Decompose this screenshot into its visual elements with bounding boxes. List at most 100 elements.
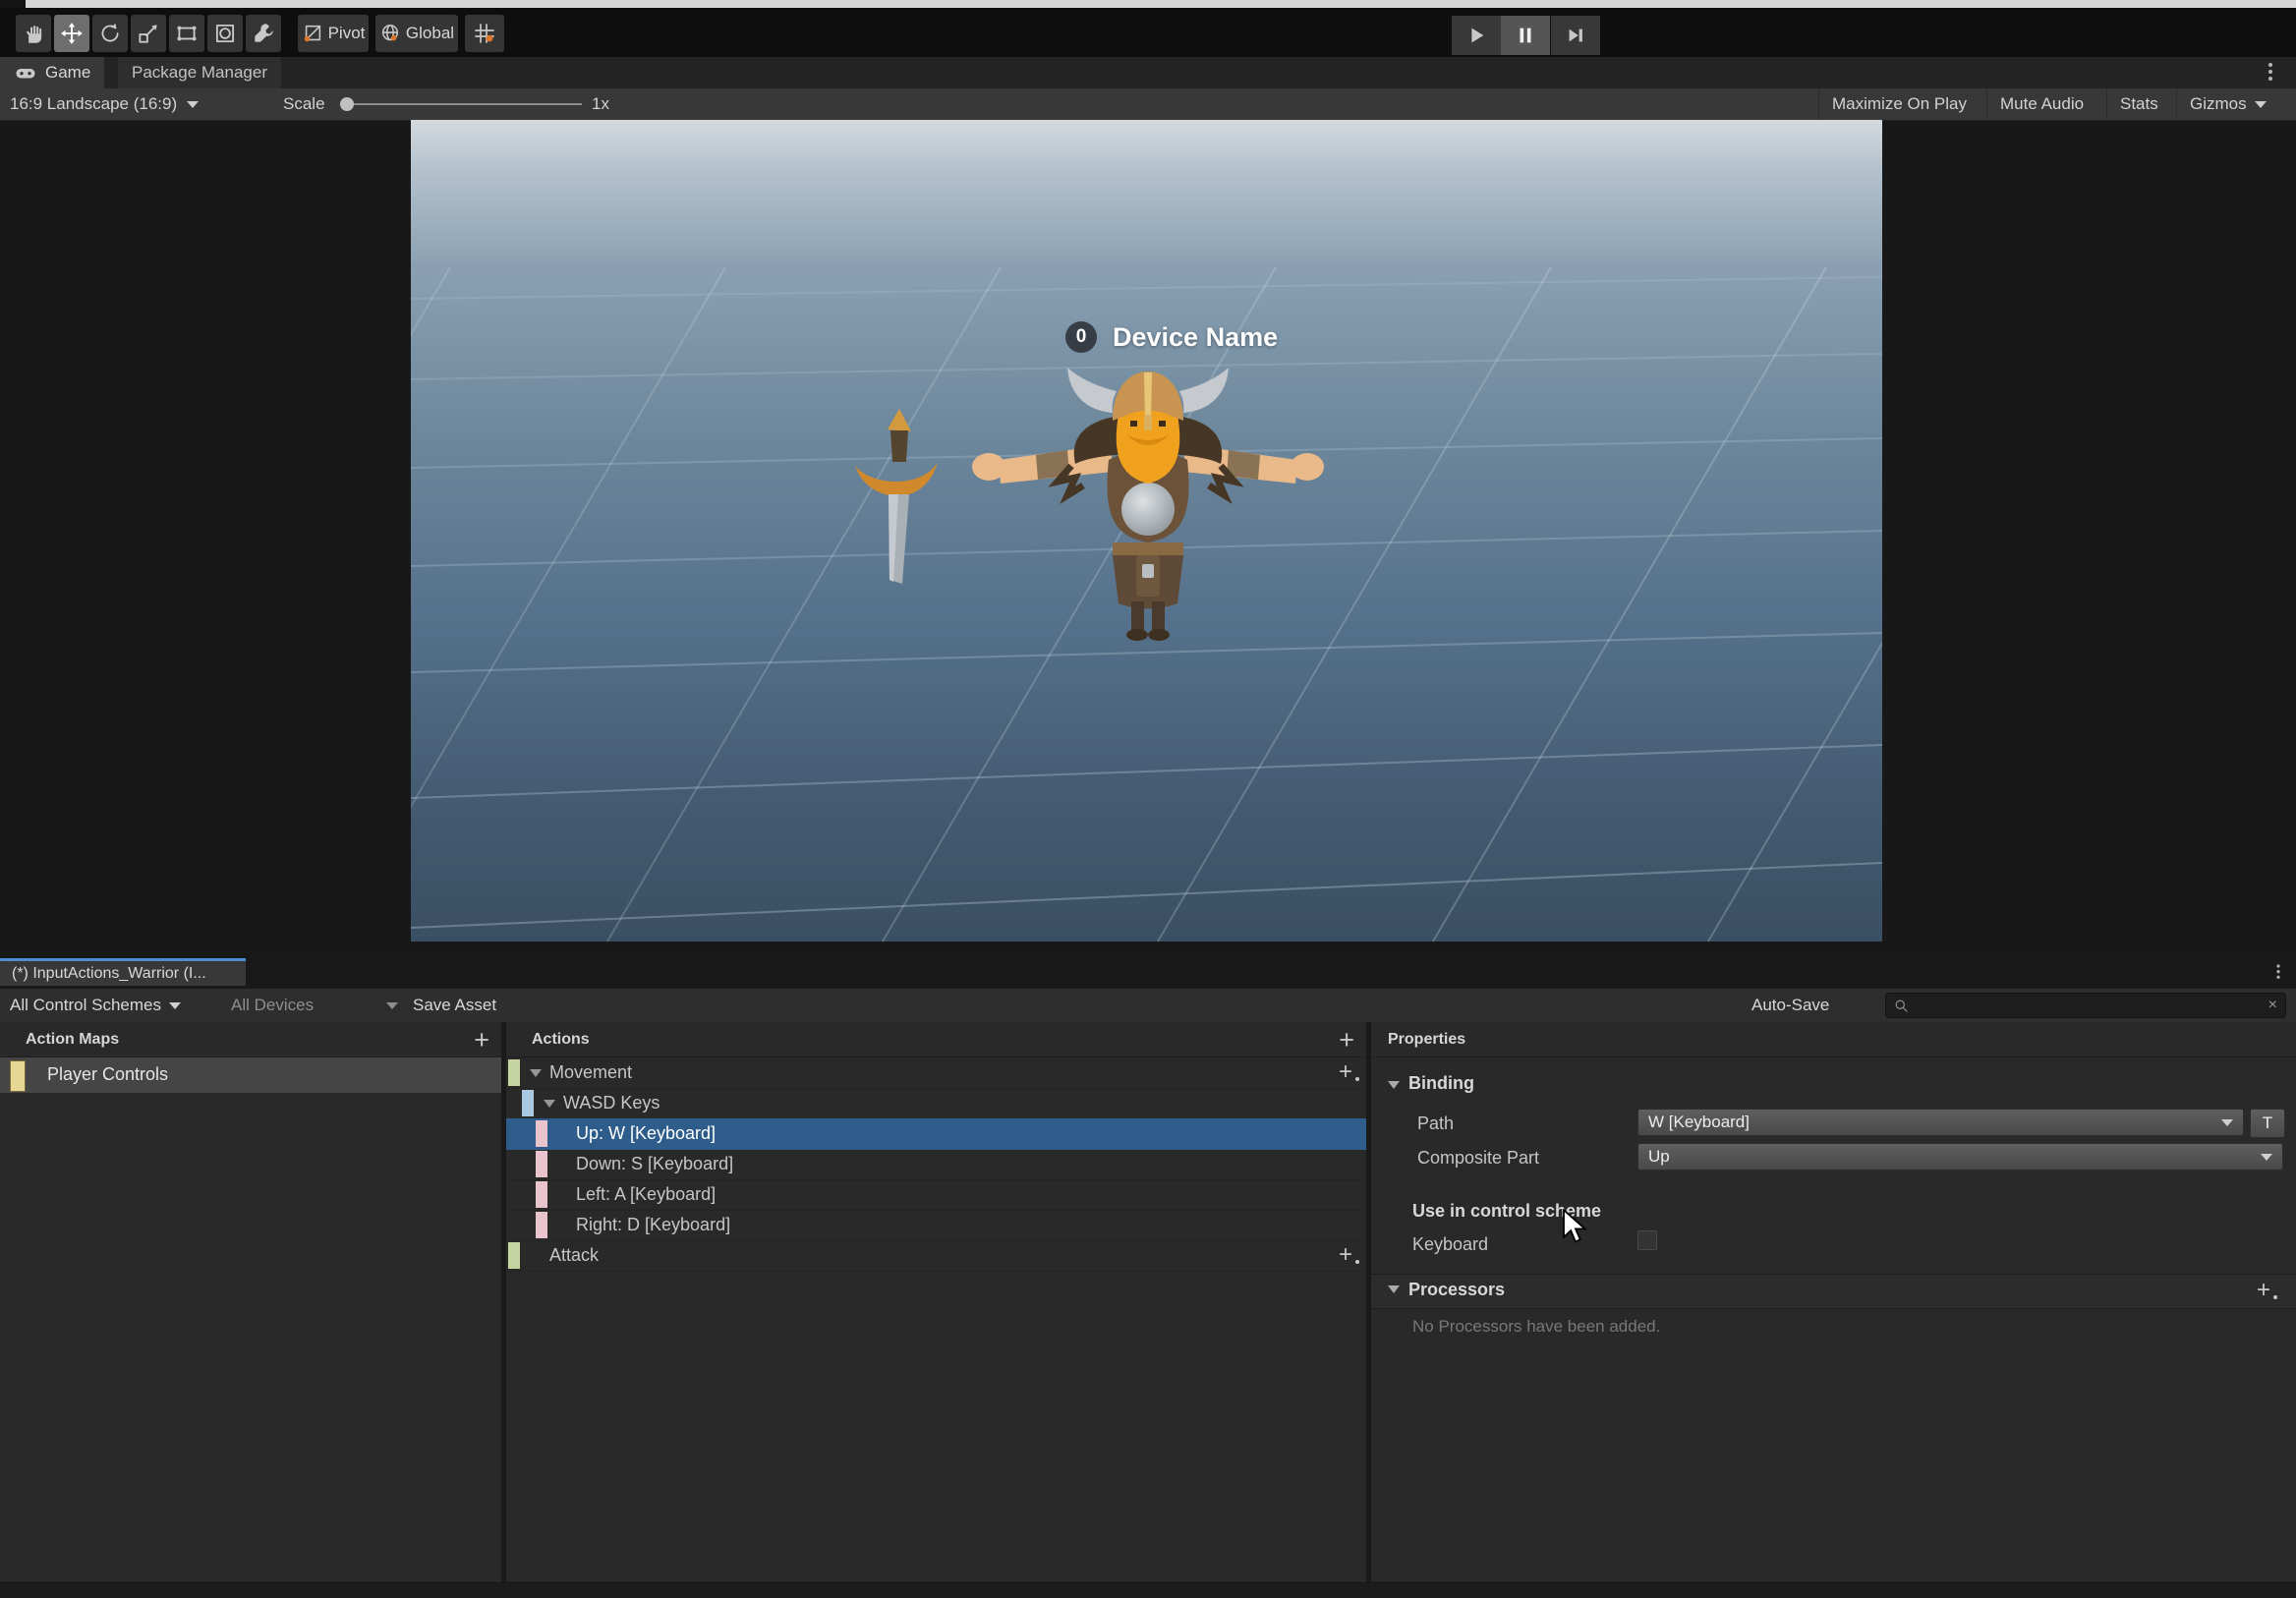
binding-row-up[interactable]: Up: W [Keyboard] [506, 1118, 1366, 1150]
add-action-button[interactable]: + [1339, 1023, 1354, 1056]
binding-row-left[interactable]: Left: A [Keyboard] [506, 1179, 1366, 1211]
gizmos-dropdown[interactable]: Gizmos [2176, 88, 2296, 120]
grid-snap-button[interactable] [465, 15, 504, 52]
save-asset-button[interactable]: Save Asset [413, 989, 496, 1022]
action-maps-title: Action Maps [26, 1031, 119, 1049]
window-bottom-strip [0, 1582, 2296, 1598]
player-index-badge: 0 [1065, 321, 1097, 353]
action-row-attack[interactable]: Attack + [506, 1240, 1366, 1272]
grid-snap-icon [473, 22, 496, 45]
add-processor-button[interactable]: + [2257, 1276, 2270, 1305]
global-toggle[interactable]: Global [375, 15, 458, 52]
devices-label: All Devices [231, 996, 314, 1015]
chevron-down-icon [169, 1002, 181, 1009]
foldout-triangle-icon[interactable] [544, 1100, 555, 1108]
action-map-label: Player Controls [47, 1064, 168, 1085]
path-dropdown[interactable]: W [Keyboard] [1637, 1109, 2244, 1136]
scale-slider-track[interactable] [346, 103, 582, 105]
move-icon [59, 21, 85, 46]
processors-foldout-icon[interactable] [1388, 1285, 1400, 1293]
auto-save-label: Auto-Save [1751, 989, 1829, 1022]
hand-tool-button[interactable] [16, 15, 51, 52]
tab-game-label: Game [45, 63, 90, 83]
kebab-menu-icon [2276, 964, 2279, 967]
add-binding-button[interactable]: + [1339, 1240, 1352, 1270]
aspect-ratio-dropdown[interactable]: 16:9 Landscape (16:9) [10, 88, 199, 120]
binding-color-bar [536, 1151, 547, 1177]
pivot-toggle[interactable]: Pivot [298, 15, 369, 52]
save-asset-label: Save Asset [413, 996, 496, 1015]
binding-foldout-icon[interactable] [1388, 1081, 1400, 1089]
maximize-on-play-label: Maximize On Play [1832, 94, 1967, 114]
game-scene [411, 120, 1882, 942]
warrior-character [972, 368, 1324, 641]
actions-header: Actions + [506, 1022, 1366, 1057]
action-row-movement[interactable]: Movement + [506, 1057, 1366, 1089]
foldout-triangle-icon[interactable] [530, 1069, 542, 1077]
add-action-map-button[interactable]: + [474, 1023, 489, 1056]
view-tabbar: Game Package Manager [0, 57, 2296, 88]
control-schemes-dropdown[interactable]: All Control Schemes [10, 989, 181, 1022]
pause-button[interactable] [1501, 16, 1550, 55]
tab-package-manager-label: Package Manager [132, 63, 267, 83]
path-text-mode-button[interactable]: T [2250, 1109, 2285, 1138]
step-button[interactable] [1551, 16, 1600, 55]
path-label: Path [1417, 1113, 1454, 1134]
binding-label: Right: D [Keyboard] [576, 1215, 730, 1235]
chevron-down-icon [386, 1002, 398, 1009]
custom-tool-icon [251, 21, 276, 46]
rect-icon [174, 21, 200, 46]
action-color-bar [508, 1059, 520, 1086]
game-viewport: 0 Device Name [411, 120, 1882, 942]
binding-row-right[interactable]: Right: D [Keyboard] [506, 1210, 1366, 1241]
move-tool-button[interactable] [54, 15, 89, 52]
action-row-wasd-keys[interactable]: WASD Keys [506, 1088, 1366, 1119]
tab-package-manager[interactable]: Package Manager [118, 57, 281, 88]
transform-tool-button[interactable] [207, 15, 243, 52]
composite-part-dropdown[interactable]: Up [1637, 1143, 2283, 1170]
binding-color-bar [536, 1212, 547, 1238]
action-label: Movement [549, 1062, 632, 1083]
rotate-tool-button[interactable] [92, 15, 128, 52]
devices-dropdown[interactable]: All Devices [231, 989, 398, 1022]
game-view-menu-button[interactable] [2268, 63, 2272, 67]
mute-audio-label: Mute Audio [2000, 94, 2084, 114]
custom-tool-button[interactable] [246, 15, 281, 52]
search-input[interactable]: × [1885, 993, 2286, 1018]
global-label: Global [406, 24, 454, 43]
add-binding-button[interactable]: + [1339, 1057, 1352, 1087]
pivot-label: Pivot [328, 24, 366, 43]
tab-game[interactable]: Game [0, 57, 104, 88]
tab-input-actions-warrior[interactable]: (*) InputActions_Warrior (I... [0, 958, 246, 986]
keyboard-scheme-checkbox[interactable] [1637, 1230, 1657, 1250]
clear-search-icon[interactable]: × [2268, 997, 2277, 1014]
scale-slider-knob[interactable] [340, 97, 354, 111]
aspect-ratio-value: 16:9 Landscape (16:9) [10, 94, 177, 114]
processors-section-strip [1371, 1274, 2296, 1309]
action-map-row-player-controls[interactable]: Player Controls [0, 1057, 501, 1093]
binding-color-bar [536, 1120, 547, 1147]
mute-audio-button[interactable]: Mute Audio [1986, 88, 2105, 120]
rect-tool-button[interactable] [169, 15, 204, 52]
binding-label: Left: A [Keyboard] [576, 1184, 716, 1205]
scale-tool-button[interactable] [131, 15, 166, 52]
kebab-menu-icon [2268, 63, 2272, 67]
actions-title: Actions [532, 1031, 590, 1049]
search-icon [1894, 999, 1909, 1013]
globe-icon [379, 23, 401, 44]
action-maps-header: Action Maps + [0, 1022, 501, 1057]
binding-row-down[interactable]: Down: S [Keyboard] [506, 1149, 1366, 1180]
processors-section-title: Processors [1408, 1280, 1505, 1300]
action-color-bar [508, 1242, 520, 1269]
stats-button[interactable]: Stats [2106, 88, 2176, 120]
mouse-cursor [1561, 1209, 1590, 1244]
chevron-down-icon [187, 101, 199, 108]
play-button[interactable] [1452, 16, 1501, 55]
binding-label: Up: W [Keyboard] [576, 1123, 716, 1144]
maximize-on-play-button[interactable]: Maximize On Play [1818, 88, 1986, 120]
stats-label: Stats [2120, 94, 2158, 114]
input-actions-tab-title: (*) InputActions_Warrior (I... [12, 965, 206, 983]
properties-title: Properties [1388, 1031, 1465, 1049]
play-icon [1465, 25, 1487, 46]
input-actions-menu-button[interactable] [2276, 964, 2279, 967]
